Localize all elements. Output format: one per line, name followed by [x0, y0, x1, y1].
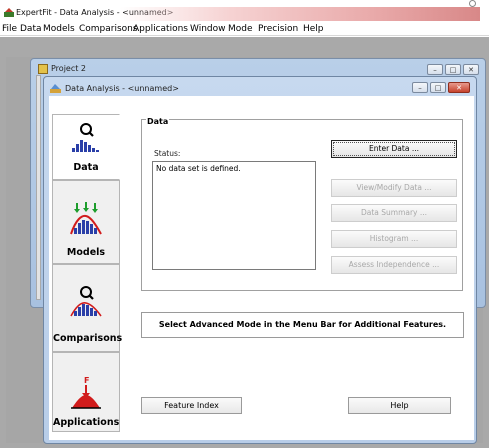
nav-tab-label: Data	[73, 162, 99, 173]
distribution-fit-icon	[70, 202, 102, 235]
svg-text:F: F	[84, 376, 89, 385]
menu-data[interactable]: Data	[20, 24, 42, 34]
analysis-window-icon	[50, 84, 61, 93]
enter-data-button[interactable]: Enter Data ...	[331, 140, 457, 158]
menu-applications[interactable]: Applications	[133, 24, 188, 34]
project-inner-frame	[36, 75, 41, 300]
menu-comparisons[interactable]: Comparisons	[79, 24, 138, 34]
analysis-window-controls: – □ ✕	[412, 82, 470, 93]
menu-window[interactable]: Window	[190, 24, 226, 34]
nav-tab-label: Comparisons	[53, 333, 123, 344]
title-highlight	[120, 7, 480, 21]
app-icon	[4, 8, 14, 17]
nav-tab-label: Models	[66, 247, 106, 258]
nav-tab-label: Applications	[53, 417, 120, 428]
maximize-icon[interactable]: □	[445, 64, 461, 75]
nav-tab-comparisons[interactable]: Comparisons	[52, 264, 123, 352]
resize-handle[interactable]	[469, 0, 476, 7]
menu-mode[interactable]: Mode	[228, 24, 253, 34]
project-icon	[38, 64, 48, 74]
data-group-title: Data	[146, 117, 170, 126]
application-arrow-icon: F	[71, 376, 101, 409]
menu-precision[interactable]: Precision	[258, 24, 298, 34]
analysis-window-title: Data Analysis - <unnamed>	[65, 84, 179, 93]
magnifier-histogram-icon	[72, 123, 99, 152]
help-button[interactable]: Help	[348, 397, 451, 414]
nav-tab-applications[interactable]: F Applications	[52, 352, 120, 432]
status-text: No data set is defined.	[156, 164, 241, 173]
nav-tab-data[interactable]: Data	[52, 114, 120, 180]
feature-index-button[interactable]: Feature Index	[141, 397, 242, 414]
menu-file[interactable]: File	[2, 24, 17, 34]
data-summary-button[interactable]: Data Summary ...	[331, 204, 457, 222]
close-icon[interactable]: ✕	[463, 64, 479, 75]
close-icon[interactable]: ✕	[448, 82, 470, 93]
status-textbox[interactable]: No data set is defined.	[152, 161, 316, 270]
project-window-controls: – □ ✕	[427, 64, 479, 75]
menu-models[interactable]: Models	[43, 24, 75, 34]
minimize-icon[interactable]: –	[412, 82, 428, 93]
histogram-button[interactable]: Histogram ...	[331, 230, 457, 248]
app-titlebar: ExpertFit - Data Analysis - <unnamed>	[0, 0, 489, 22]
minimize-icon[interactable]: –	[427, 64, 443, 75]
nav-tab-models[interactable]: Models	[52, 180, 120, 264]
status-label: Status:	[154, 149, 181, 158]
assess-independence-button[interactable]: Assess Independence ...	[331, 256, 457, 274]
menu-help[interactable]: Help	[303, 24, 324, 34]
restore-icon[interactable]: □	[430, 82, 446, 93]
view-modify-data-button[interactable]: View/Modify Data ...	[331, 179, 457, 197]
menubar: File Data Models Comparisons Application…	[0, 22, 489, 36]
magnifier-histogram-icon	[70, 286, 102, 317]
project-title: Project 2	[51, 64, 87, 73]
advanced-mode-message: Select Advanced Mode in the Menu Bar for…	[141, 312, 464, 338]
